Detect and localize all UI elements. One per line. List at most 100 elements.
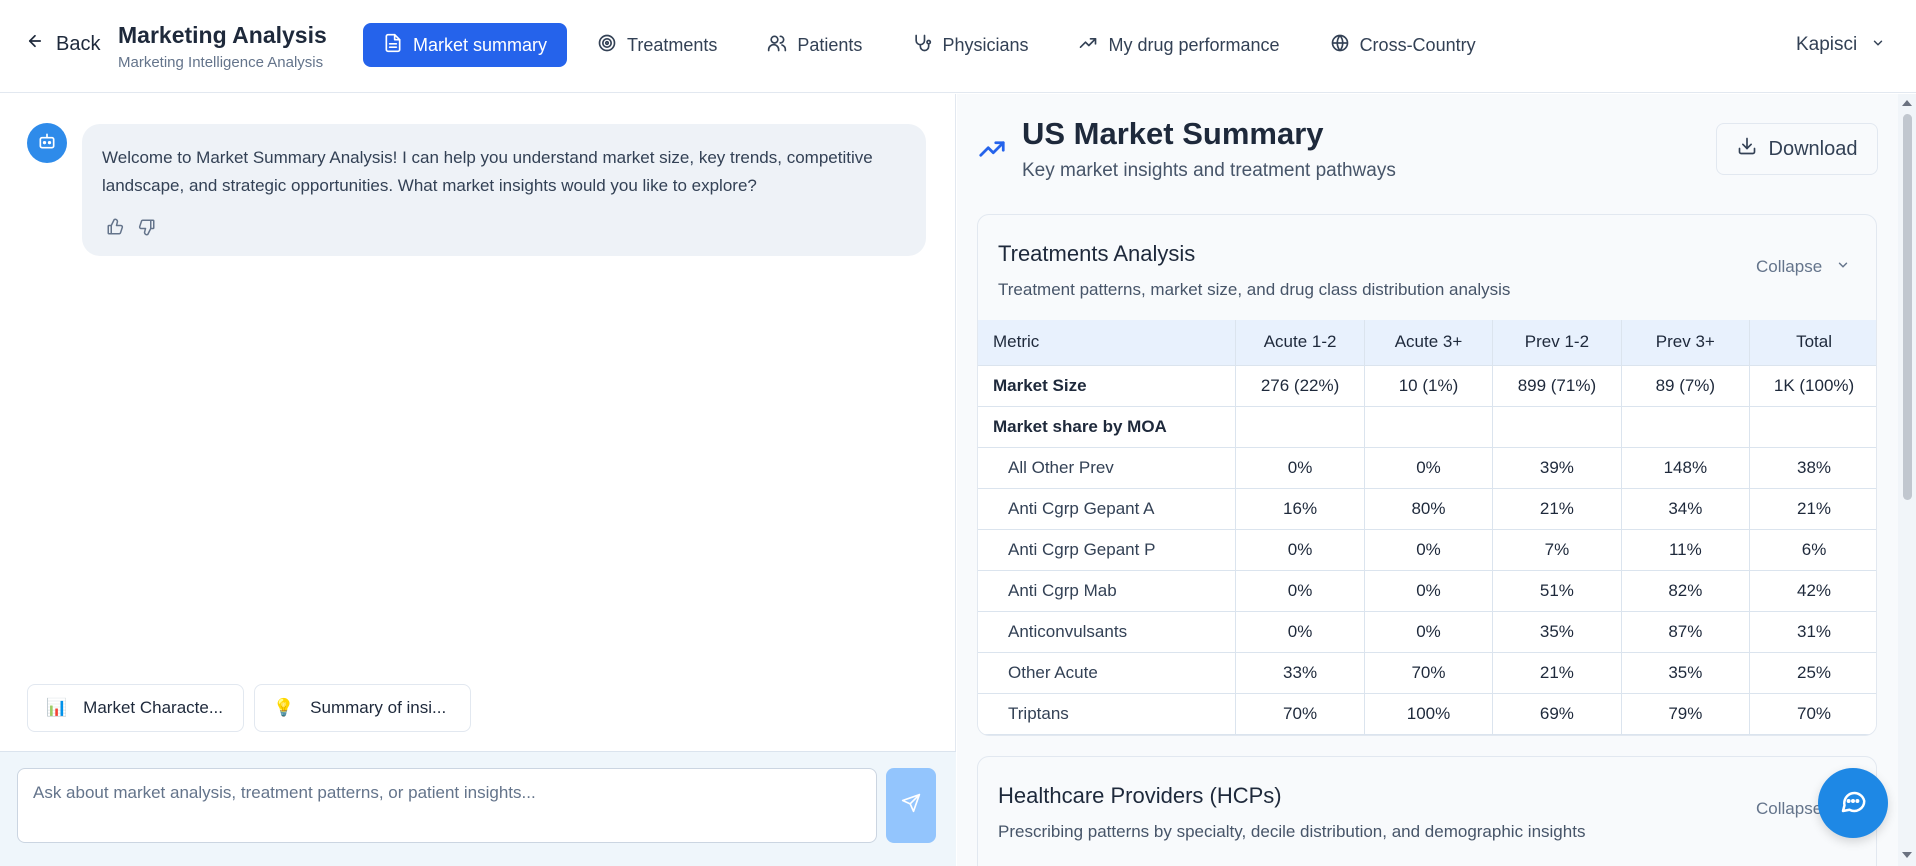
table-cell: 70% [1364,652,1494,694]
table-cell [1621,406,1751,448]
table-cell: 38% [1749,447,1876,489]
card-title: Treatments Analysis [998,241,1196,266]
table-cell: 0% [1235,611,1365,653]
table-cell: 35% [1621,652,1751,694]
tab-physicians[interactable]: Physicians [892,23,1048,67]
tab-market-summary[interactable]: Market summary [363,23,568,67]
document-icon [383,33,403,58]
card-title: Healthcare Providers (HCPs) [998,783,1282,808]
chat-bubble-icon [1838,786,1868,821]
table-cell: 276 (22%) [1235,365,1365,407]
tab-label: Patients [797,34,863,55]
tab-my-drug-performance[interactable]: My drug performance [1058,23,1299,67]
send-icon [901,793,921,818]
collapse-button[interactable]: Collapse [1756,257,1850,277]
table-cell: 70% [1749,693,1876,735]
tab-treatments[interactable]: Treatments [577,23,737,67]
main-nav: Market summary Treatments Patients Physi… [363,23,1506,67]
brand: Marketing Analysis Marketing Intelligenc… [118,22,327,71]
users-icon [767,33,787,58]
column-header: Total [1749,320,1876,366]
table-cell: 16% [1235,488,1365,530]
column-header: Prev 3+ [1621,320,1751,366]
table-cell: 10 (1%) [1364,365,1494,407]
summary-panel: US Market Summary Key market insights an… [957,94,1916,866]
scroll-thumb[interactable] [1903,114,1912,500]
collapse-label: Collapse [1756,799,1823,818]
table-row-moa-header: Market share by MOA [978,406,1876,448]
chat-support-button[interactable] [1818,768,1888,838]
download-button[interactable]: Download [1716,123,1878,175]
chat-panel: Welcome to Market Summary Analysis! I ca… [0,94,956,866]
vertical-scrollbar[interactable] [1898,94,1916,866]
table-cell: 69% [1492,693,1622,735]
send-button[interactable] [886,768,936,843]
table-cell: 6% [1749,529,1876,571]
thumbs-up-icon[interactable] [106,218,124,236]
column-header: Prev 1-2 [1492,320,1622,366]
table-cell: 0% [1235,570,1365,612]
download-icon [1737,136,1757,162]
trending-up-icon [977,134,1007,169]
table-row: Anti Cgrp Gepant P 0% 0% 7% 11% 6% [978,529,1876,571]
table-cell: 39% [1492,447,1622,489]
suggestion-chip-market-characteristics[interactable]: 📊 Market Characte... [27,684,244,732]
user-menu[interactable]: Kapisci [1796,34,1885,56]
table-row: Other Acute 33% 70% 21% 35% 25% [978,652,1876,694]
chat-input[interactable] [17,768,877,843]
table-cell: 1K (100%) [1749,365,1876,407]
table-cell: 11% [1621,529,1751,571]
feedback-buttons [106,218,156,236]
globe-icon [1330,33,1350,58]
table-cell [1492,406,1622,448]
table-cell: 899 (71%) [1492,365,1622,407]
row-label: All Other Prev [978,447,1237,489]
table-cell: 0% [1364,529,1494,571]
app-subtitle: Marketing Intelligence Analysis [118,54,324,71]
table-cell: 100% [1364,693,1494,735]
back-label: Back [56,32,101,55]
table-cell: 87% [1621,611,1751,653]
table-cell: 82% [1621,570,1751,612]
table-row: Anti Cgrp Gepant A 16% 80% 21% 34% 21% [978,488,1876,530]
back-button[interactable]: Back [26,32,100,56]
card-subtitle: Treatment patterns, market size, and dru… [998,280,1511,299]
suggestion-chip-summary-insights[interactable]: 💡 Summary of insi... [254,684,471,732]
tab-label: Physicians [942,34,1029,55]
tab-cross-country[interactable]: Cross-Country [1310,23,1496,67]
table-cell: 21% [1749,488,1876,530]
table-row: Anti Cgrp Mab 0% 0% 51% 82% 42% [978,570,1876,612]
tab-label: Treatments [627,34,718,55]
chevron-down-icon [1871,34,1885,56]
chat-composer [0,751,956,866]
stethoscope-icon [912,33,932,58]
lightbulb-icon: 💡 [273,698,295,717]
table-cell: 31% [1749,611,1876,653]
table-cell: 42% [1749,570,1876,612]
message-text: Welcome to Market Summary Analysis! I ca… [102,148,873,195]
column-header: Acute 3+ [1364,320,1494,366]
table-row: Anticonvulsants 0% 0% 35% 87% 31% [978,611,1876,653]
scroll-up-arrow[interactable] [1902,100,1912,106]
chip-label: Market Characte... [83,698,223,717]
thumbs-down-icon[interactable] [138,218,156,236]
healthcare-providers-card: Healthcare Providers (HCPs) Prescribing … [977,756,1877,866]
scroll-down-arrow[interactable] [1902,852,1912,858]
tab-label: Market summary [413,34,548,55]
page-subtitle: Key market insights and treatment pathwa… [1022,160,1396,181]
collapse-label: Collapse [1756,257,1823,276]
app-title: Marketing Analysis [118,22,327,48]
table-cell: 7% [1492,529,1622,571]
card-subtitle: Prescribing patterns by specialty, decil… [998,822,1586,841]
collapse-button[interactable]: Collapse [1756,799,1822,819]
table-row-market-size: Market Size 276 (22%) 10 (1%) 899 (71%) … [978,365,1876,407]
row-label: Triptans [978,693,1237,735]
table-cell: 34% [1621,488,1751,530]
treatments-table: Metric Acute 1-2 Acute 3+ Prev 1-2 Prev … [978,320,1876,735]
table-cell: 80% [1364,488,1494,530]
tab-patients[interactable]: Patients [747,23,882,67]
suggestion-chips: 📊 Market Characte... 💡 Summary of insi..… [27,684,471,732]
table-cell: 33% [1235,652,1365,694]
table-cell [1235,406,1365,448]
table-cell: 25% [1749,652,1876,694]
